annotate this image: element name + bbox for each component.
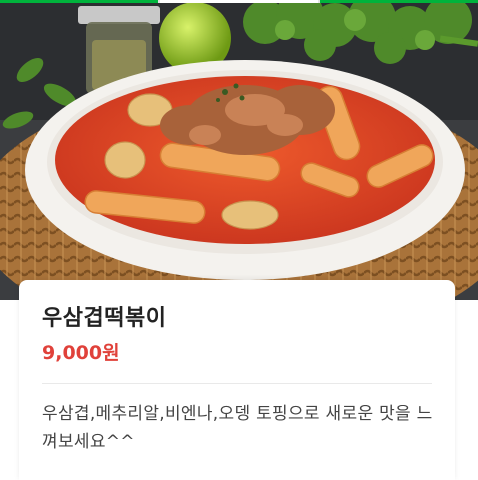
menu-info-card: 우삼겹떡볶이 9,000원 우삼겹,메추리알,비엔나,오뎅 토핑으로 새로운 맛… — [19, 280, 455, 480]
progress-segment — [0, 0, 158, 3]
divider — [42, 383, 432, 384]
slide-progress-bar — [0, 0, 478, 3]
menu-price: 9,000원 — [42, 342, 120, 364]
menu-name: 우삼겹떡볶이 — [42, 306, 167, 331]
menu-description: 우삼겹,메추리알,비엔나,오뎅 토핑으로 새로운 맛을 느껴보세요^^ — [42, 404, 433, 452]
food-photo-illustration — [0, 0, 478, 300]
progress-segment — [160, 0, 318, 3]
progress-segment — [320, 0, 478, 3]
food-photo — [0, 0, 478, 300]
